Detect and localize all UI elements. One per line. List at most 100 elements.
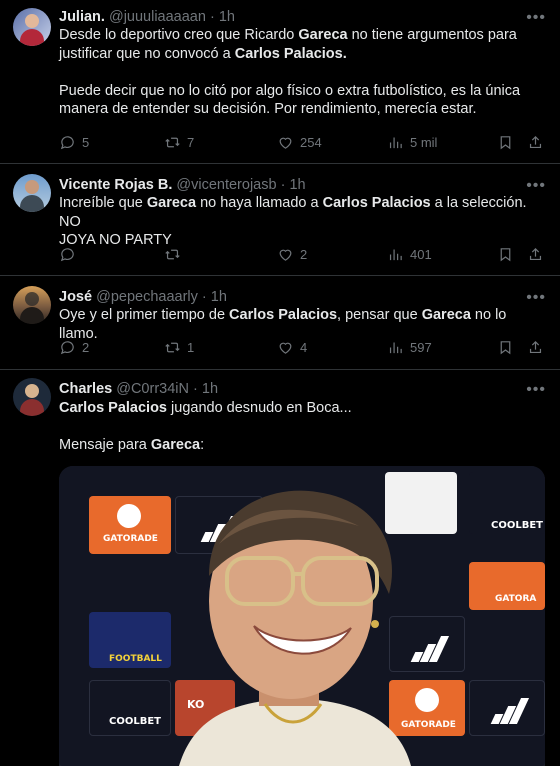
like-count: 2	[300, 246, 308, 262]
repost-count: 1	[187, 339, 195, 355]
tweet-text-blank-line	[59, 418, 547, 437]
tweet-text-line: Mensaje para Gareca:	[59, 436, 547, 455]
views-icon	[387, 134, 404, 151]
timestamp[interactable]: 1h	[211, 289, 227, 305]
reply-icon	[59, 339, 76, 356]
display-name[interactable]: Julian.	[59, 9, 105, 25]
tweet-media-photo[interactable]: GATORADE COOLBET FOOTBALL GATORA COOLBET…	[59, 466, 545, 766]
tweet-text-line: Increíble que Gareca no haya llamado a C…	[59, 194, 547, 231]
tweet-text-segment: Desde lo deportivo creo que Ricardo	[59, 27, 299, 43]
tweet-text-line: Puede decir que no lo citó por algo físi…	[59, 82, 547, 101]
like-button[interactable]: 254	[277, 132, 322, 152]
like-button[interactable]: 4	[277, 337, 307, 357]
tweet-text-segment: Increíble que	[59, 195, 147, 211]
share-button[interactable]	[527, 132, 544, 152]
reply-count: 5	[82, 134, 90, 150]
tweet-text-segment: no tiene argumentos para	[347, 27, 517, 43]
more-icon[interactable]: •••	[526, 290, 546, 306]
handle[interactable]: @juuuliaaaaan	[109, 9, 206, 25]
tweet-header: Charles @C0rr34iN · 1h	[59, 380, 218, 398]
reply-button[interactable]: 5	[59, 132, 89, 152]
tweet-text-line: Desde lo deportivo creo que Ricardo Gare…	[59, 26, 547, 45]
views-icon	[387, 246, 404, 263]
tweet-text-line: justificar que no convocó a Carlos Palac…	[59, 45, 547, 64]
tweet-actions: 5 7 254 5 mil	[59, 132, 545, 152]
person-portrait	[179, 490, 411, 766]
display-name[interactable]: Charles	[59, 381, 112, 397]
handle[interactable]: @vicenterojasb	[176, 177, 276, 193]
separator: ·	[209, 9, 215, 25]
display-name[interactable]: José	[59, 289, 92, 305]
tweet[interactable]: Julian. @juuuliaaaaan · 1h ••• Desde lo …	[0, 0, 560, 164]
tweet-text-bold: Carlos Palacios	[322, 195, 431, 211]
repost-icon	[164, 134, 181, 151]
tweet-text-segment: no haya llamado a	[196, 195, 323, 211]
tweet[interactable]: Vicente Rojas B. @vicenterojasb · 1h •••…	[0, 164, 560, 276]
views-button[interactable]: 597	[387, 337, 432, 357]
bookmark-icon	[497, 246, 514, 263]
tweet[interactable]: José @pepechaaarly · 1h ••• Oye y el pri…	[0, 276, 560, 370]
share-button[interactable]	[527, 337, 544, 357]
tweet-text-bold: Gareca	[421, 307, 471, 323]
heart-icon	[277, 339, 294, 356]
repost-icon	[164, 339, 181, 356]
heart-icon	[277, 246, 294, 263]
tweet-text-segment: Puede decir que no lo citó por algo físi…	[59, 82, 521, 99]
tweet-actions: 2 401	[59, 244, 545, 264]
avatar[interactable]	[13, 8, 51, 46]
tweet-text-segment: manera de entender su decisión. Por rend…	[59, 101, 477, 117]
bookmark-button[interactable]	[497, 244, 514, 264]
share-icon	[527, 134, 544, 151]
share-button[interactable]	[527, 244, 544, 264]
tweet-text-segment: Mensaje para	[59, 437, 151, 453]
views-count: 5 mil	[410, 134, 438, 150]
like-count: 4	[300, 339, 308, 355]
tweet-text-bold: Gareca	[150, 437, 201, 453]
timestamp[interactable]: 1h	[289, 177, 305, 193]
tweet-header: Vicente Rojas B. @vicenterojasb · 1h	[59, 176, 306, 194]
handle[interactable]: @pepechaaarly	[96, 289, 198, 305]
tweet-header: José @pepechaaarly · 1h	[59, 288, 227, 306]
avatar[interactable]	[13, 286, 51, 324]
tweet-text-line: Carlos Palacios jugando desnudo en Boca.…	[59, 399, 547, 418]
reply-button[interactable]: 2	[59, 337, 89, 357]
bookmark-icon	[497, 134, 514, 151]
tweet-text: Increíble que Gareca no haya llamado a C…	[59, 194, 547, 250]
tweet-text-bold: Gareca	[298, 27, 348, 43]
tweet-text-bold: Carlos Palacios	[229, 307, 338, 323]
repost-count: 7	[187, 134, 195, 150]
repost-icon	[164, 246, 181, 263]
tweet-text-segment: jugando desnudo en Boca...	[167, 400, 352, 416]
views-button[interactable]: 5 mil	[387, 132, 437, 152]
separator: ·	[280, 177, 286, 193]
tweet-text-segment: , pensar que	[337, 307, 422, 323]
views-button[interactable]: 401	[387, 244, 432, 264]
reply-icon	[59, 246, 76, 263]
repost-button[interactable]: 1	[164, 337, 194, 357]
tweet-text-segment: justificar que no convocó a	[59, 45, 235, 62]
bookmark-button[interactable]	[497, 132, 514, 152]
tweet-text-bold: Gareca	[146, 195, 197, 211]
reply-count: 2	[82, 339, 90, 355]
timestamp[interactable]: 1h	[202, 381, 218, 397]
avatar[interactable]	[13, 378, 51, 416]
tweet-actions: 2 1 4 597	[59, 337, 545, 357]
bookmark-button[interactable]	[497, 337, 514, 357]
share-icon	[527, 246, 544, 263]
more-icon[interactable]: •••	[526, 10, 546, 26]
display-name[interactable]: Vicente Rojas B.	[59, 177, 172, 193]
handle[interactable]: @C0rr34iN	[116, 381, 189, 397]
timestamp[interactable]: 1h	[219, 9, 235, 25]
tweet-text-segment: Oye y el primer tiempo de	[59, 307, 230, 323]
like-button[interactable]: 2	[277, 244, 307, 264]
views-count: 401	[410, 246, 432, 262]
repost-button[interactable]: 7	[164, 132, 194, 152]
reply-button[interactable]	[59, 244, 82, 264]
reply-icon	[59, 134, 76, 151]
tweet-text-bold: Carlos Palacios.	[234, 45, 347, 62]
avatar[interactable]	[13, 174, 51, 212]
separator: ·	[201, 289, 207, 305]
more-icon[interactable]: •••	[526, 382, 546, 398]
repost-button[interactable]	[164, 244, 187, 264]
more-icon[interactable]: •••	[526, 178, 546, 194]
